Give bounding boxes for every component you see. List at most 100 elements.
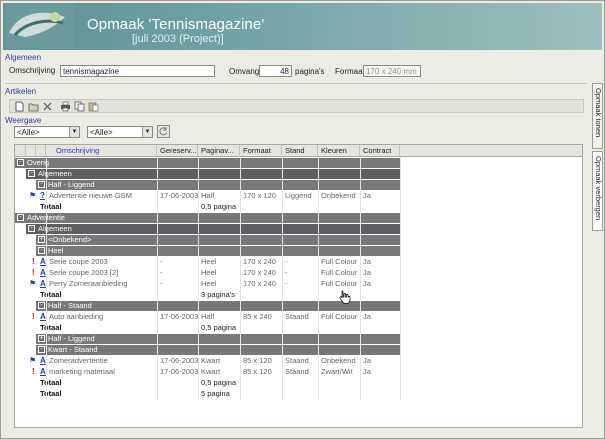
group-row[interactable]: - Half - Liggend <box>15 180 582 190</box>
grid-line <box>157 157 158 400</box>
tab-opmaak-tonen[interactable]: Opmaak tonen <box>592 83 603 149</box>
collapse-icon[interactable]: - <box>17 159 24 166</box>
cell-gereserveerd: 17-06-2003 <box>160 356 199 365</box>
cell-stand: Staand <box>285 367 309 376</box>
chevron-down-icon[interactable]: ▼ <box>142 127 152 137</box>
table-row[interactable]: ⚑ A Zomeradvertentie 17-06-2003 Kwart 85 x 12… <box>15 356 582 366</box>
grid-line <box>400 157 401 400</box>
column-header-kleuren[interactable]: Kleuren <box>318 145 360 157</box>
column-header-contract[interactable]: Contract <box>360 145 400 157</box>
flag-icon: ⚑ <box>29 279 37 288</box>
total-row[interactable]: Totaal 0,5 pagina <box>15 378 582 388</box>
total-row[interactable]: Totaal 0,5 pagina <box>15 202 582 212</box>
cell-gereserveerd: 17-06-2003 <box>160 367 199 376</box>
omschrijving-input[interactable]: tennismagazine <box>60 65 215 77</box>
total-row[interactable]: Totaal 0,5 pagina <box>15 323 582 333</box>
unknown-type-icon: ? <box>40 191 45 200</box>
cell-stand: - <box>285 279 288 288</box>
open-folder-icon[interactable] <box>28 101 39 112</box>
cell-stand: - <box>285 268 288 277</box>
refresh-icon[interactable] <box>157 125 170 138</box>
total-label: Totaal <box>40 290 62 299</box>
grid-line <box>282 157 283 400</box>
group-row[interactable]: + Half - Liggend <box>15 334 582 344</box>
cell-kleuren: Full Colour <box>321 279 358 288</box>
collapse-icon[interactable]: - <box>17 214 24 221</box>
cell-gereserveerd: - <box>160 279 163 288</box>
cell-formaat: 85 x 240 <box>243 312 272 321</box>
collapse-icon[interactable]: - <box>38 247 45 254</box>
table-row[interactable]: ! A Serie coupe 2003 [2] - Heel 170 x 240- Ful… <box>15 268 582 278</box>
collapse-icon[interactable]: - <box>28 225 35 232</box>
priority-icon: ! <box>32 268 35 277</box>
table-row[interactable]: ! A Auto aanbieding 17-06-2003 Half 85 x 240 S… <box>15 312 582 322</box>
group-row[interactable]: - Overig <box>15 158 582 168</box>
filter-select-2-value: <Alle> <box>90 128 113 137</box>
table-row[interactable]: ! A Serie coupe 2003- Heel 170 x 240- Full Co… <box>15 257 582 267</box>
column-header-stand[interactable]: Stand <box>282 145 318 157</box>
article-type-icon: A <box>40 367 46 376</box>
priority-icon: ! <box>32 257 35 266</box>
cell-contract: Ja <box>363 367 371 376</box>
group-row[interactable]: - Algemeen <box>15 224 582 234</box>
table-row[interactable]: ! Amarketing materiaal 17-06-2003 Kwart 85 x… <box>15 367 582 377</box>
group-row[interactable]: - Algemeen <box>15 169 582 179</box>
group-bar: - Algemeen <box>26 224 400 234</box>
column-header-paginavullend[interactable]: Paginav... <box>198 145 240 157</box>
cell-contract: Ja <box>363 312 371 321</box>
collapse-icon[interactable]: - <box>28 170 35 177</box>
filter-select-1[interactable]: <Alle> ▼ <box>14 126 80 138</box>
delete-icon[interactable] <box>42 101 53 112</box>
group-row[interactable]: -Advertentie <box>15 213 582 223</box>
cell-paginavullend: Half <box>201 312 215 321</box>
print-icon[interactable] <box>60 101 71 112</box>
group-bar: - Overig <box>15 158 400 168</box>
group-row[interactable]: - Half - Staand <box>15 301 582 311</box>
collapse-icon[interactable]: - <box>38 346 45 353</box>
group-label: Algemeen <box>38 169 72 178</box>
table-row[interactable]: ⚑? Advertentie nieuwe GSM 17-06-2003 Half 17… <box>15 191 582 201</box>
column-header-omschrijving[interactable]: Omschrijving <box>46 145 157 157</box>
chevron-down-icon[interactable]: ▼ <box>69 127 79 137</box>
collapse-icon[interactable]: - <box>38 181 45 188</box>
collapse-icon[interactable]: - <box>38 302 45 309</box>
group-label: Half - Staand <box>48 301 92 310</box>
group-row[interactable]: - Heel <box>15 246 582 256</box>
expand-icon[interactable]: + <box>38 335 45 342</box>
group-bar: -Advertentie <box>15 213 400 223</box>
group-bar: - Algemeen <box>26 169 400 179</box>
copy-icon[interactable] <box>74 101 85 112</box>
cell-paginavullend: Half <box>201 191 215 200</box>
tab-opmaak-verbergen-label: Opmaak verbergen <box>594 156 603 221</box>
filter-select-1-value: <Alle> <box>17 128 40 137</box>
tab-opmaak-tonen-label: Opmaak tonen <box>594 88 603 138</box>
tab-opmaak-verbergen[interactable]: Opmaak verbergen <box>592 151 603 231</box>
cell-paginavullend: Heel <box>201 268 217 277</box>
table-row[interactable]: ⚑ A Perry Zomeraanbieding - Heel 170 x 240- Fu… <box>15 279 582 289</box>
formaat-label: Formaat <box>335 67 365 76</box>
total-row[interactable]: Totaal 5 pagina <box>15 389 582 399</box>
expand-icon[interactable]: + <box>38 236 45 243</box>
section-algemeen-label: Algemeen <box>5 53 42 62</box>
cell-omschrijving: Perry Zomeraanbieding <box>49 279 128 288</box>
cell-stand: Liggend <box>285 191 312 200</box>
flag-icon: ⚑ <box>29 191 37 200</box>
grid-line <box>240 157 241 400</box>
new-document-icon[interactable] <box>14 101 25 112</box>
page-title: Opmaak 'Tennismagazine' <box>87 16 265 33</box>
grid-line <box>198 157 199 400</box>
paste-icon[interactable] <box>88 101 99 112</box>
group-label: Half - Liggend <box>48 180 95 189</box>
total-value: 5 pagina <box>201 389 230 398</box>
omvang-input[interactable]: 48 <box>259 65 292 77</box>
tennis-logo-icon <box>5 3 75 49</box>
group-row[interactable]: + <Onbekend> <box>15 235 582 245</box>
column-header-formaat[interactable]: Formaat <box>240 145 282 157</box>
group-row[interactable]: - Kwart - Staand <box>15 345 582 355</box>
total-row[interactable]: Totaal 3 pagina's <box>15 290 582 300</box>
filter-select-2[interactable]: <Alle> ▼ <box>87 126 153 138</box>
grid-line <box>46 157 47 400</box>
column-header-gereserveerd[interactable]: Gereserv... <box>157 145 198 157</box>
cell-kleuren: Full Colour <box>321 257 358 266</box>
priority-icon: ! <box>32 312 35 321</box>
